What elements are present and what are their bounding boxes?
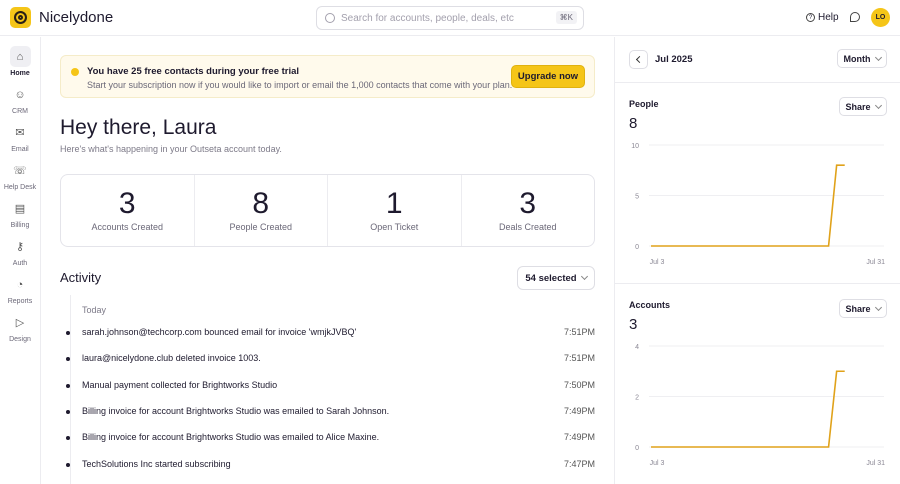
brand-name: Nicelydone	[39, 9, 114, 26]
bullet-icon	[66, 357, 70, 362]
sidebar-item-label: Home	[10, 70, 30, 77]
user-circle-icon: ☺	[14, 88, 26, 101]
upgrade-button[interactable]: Upgrade now	[511, 65, 585, 88]
sidebar-item-label: Billing	[10, 222, 30, 229]
sidebar-item-home[interactable]: ⌂ Home	[0, 46, 40, 77]
sidebar-item-reports[interactable]: ◔ Reports	[0, 274, 40, 306]
activity-item[interactable]: TechSolutions Inc started subscribing 7:4…	[66, 458, 595, 472]
y-tick-label: 0	[635, 244, 639, 251]
stat-deals[interactable]: 3 Deals Created	[462, 175, 595, 246]
avatar[interactable]: LO	[871, 8, 890, 27]
sidebar-item-label: Help Desk	[3, 184, 37, 191]
bullet-icon	[66, 409, 70, 414]
chevron-left-icon	[635, 55, 644, 64]
divider	[615, 82, 900, 83]
bullet-icon	[66, 331, 70, 335]
granularity-dropdown[interactable]: Month	[837, 49, 887, 68]
y-tick-label: 5	[635, 194, 639, 201]
y-tick-label: 0	[635, 445, 639, 452]
activity-title: Activity	[60, 270, 102, 285]
sidebar-item-email[interactable]: ✉ Email	[0, 122, 40, 153]
sidebar-item-label: Reports	[7, 298, 33, 305]
chart-circle-icon: ◔	[16, 278, 24, 291]
chevron-down-icon	[874, 53, 882, 61]
activity-filter-dropdown[interactable]: 54 selected	[517, 266, 595, 290]
share-dropdown-people[interactable]: Share	[839, 97, 887, 116]
series-line	[651, 164, 845, 247]
x-tick-label: Jul 31	[866, 259, 885, 266]
bullet-icon	[66, 383, 70, 388]
y-tick-label: 10	[631, 143, 639, 150]
wallet-icon: ▤	[14, 203, 26, 215]
search-input[interactable]: Search for accounts, people, deals, etc ⌘…	[316, 6, 584, 30]
x-tick-label: Jul 3	[650, 259, 665, 266]
series-line	[651, 370, 845, 448]
sidebar-item-label: CRM	[12, 108, 28, 115]
divider	[615, 283, 900, 284]
accounts-total: 3	[629, 316, 638, 333]
y-tick-label: 2	[635, 395, 639, 402]
activity-item[interactable]: Manual payment collected for Brightworks…	[66, 379, 595, 393]
key-icon: ⚷	[15, 241, 25, 253]
stat-people[interactable]: 8 People Created	[195, 175, 328, 246]
accounts-chart-title: Accounts	[629, 300, 671, 310]
previous-period-button[interactable]	[629, 50, 648, 69]
chevron-down-icon	[874, 303, 882, 311]
logo[interactable]	[10, 7, 31, 28]
x-tick-label: Jul 3	[650, 460, 665, 467]
stat-tickets[interactable]: 1 Open Ticket	[328, 175, 462, 246]
mail-icon: ✉	[15, 127, 25, 139]
stat-accounts[interactable]: 3 Accounts Created	[61, 175, 195, 246]
banner-text: Start your subscription now if you would…	[87, 80, 513, 90]
info-dot-icon	[71, 68, 79, 76]
activity-item[interactable]: sarah.johnson@techcorp.com bounced email…	[66, 326, 595, 340]
sidebar-item-crm[interactable]: ☺ CRM	[0, 84, 40, 116]
metrics-panel: Jul 2025 Month People 8 Share 0 5 10 Jul 3 J…	[614, 37, 900, 484]
stats-card: 3 Accounts Created 8 People Created 1 Open …	[60, 174, 595, 247]
sidebar: ⌂ Home ☺ CRM ✉ Email ☏ Help Desk ▤ Billing ⚷ Auth ◔ R…	[0, 37, 41, 484]
x-tick-label: Jul 31	[866, 460, 885, 467]
sidebar-item-label: Design	[9, 336, 31, 343]
sidebar-item-auth[interactable]: ⚷ Auth	[0, 236, 40, 267]
activity-item[interactable]: Billing invoice for account Brightworks …	[66, 431, 595, 445]
sidebar-item-label: Email	[11, 146, 29, 153]
people-total: 8	[629, 115, 638, 132]
trial-banner: You have 25 free contacts during your fr…	[60, 55, 595, 98]
shortcut-badge: ⌘K	[555, 11, 577, 24]
help-button[interactable]: ? Help	[806, 12, 839, 23]
activity-group-label: Today	[82, 305, 107, 315]
home-icon: ⌂	[9, 46, 31, 67]
sidebar-item-billing[interactable]: ▤ Billing	[0, 198, 40, 229]
help-icon: ?	[806, 13, 815, 22]
page-subtitle: Here's what's happening in your Outseta …	[60, 144, 282, 154]
search-icon	[325, 13, 335, 23]
chevron-down-icon	[580, 272, 588, 281]
chat-icon[interactable]	[850, 12, 860, 22]
cursor-icon: ▷	[15, 317, 25, 329]
y-tick-label: 4	[635, 344, 639, 351]
activity-item[interactable]: Billing invoice for account Brightworks …	[66, 405, 595, 419]
banner-title: You have 25 free contacts during your fr…	[87, 66, 300, 77]
page-title: Hey there, Laura	[60, 116, 217, 139]
activity-item[interactable]: laura@nicelydone.club deleted invoice 10…	[66, 352, 595, 366]
accounts-chart: 0 2 4 Jul 3 Jul 31	[635, 344, 885, 467]
chevron-down-icon	[874, 101, 882, 109]
sidebar-item-label: Auth	[12, 260, 28, 267]
people-chart-title: People	[629, 99, 659, 109]
bullet-icon	[66, 462, 70, 467]
period-label: Jul 2025	[655, 54, 693, 65]
chat-bubbles-icon: ☏	[13, 165, 27, 177]
sidebar-item-help-desk[interactable]: ☏ Help Desk	[0, 160, 40, 191]
share-dropdown-accounts[interactable]: Share	[839, 299, 887, 318]
sidebar-item-design[interactable]: ▷ Design	[0, 312, 40, 343]
people-chart: 0 5 10 Jul 3 Jul 31	[631, 143, 885, 266]
main-content: You have 25 free contacts during your fr…	[41, 37, 614, 484]
top-bar: Nicelydone Search for accounts, people, …	[0, 0, 900, 36]
bullet-icon	[66, 436, 70, 441]
